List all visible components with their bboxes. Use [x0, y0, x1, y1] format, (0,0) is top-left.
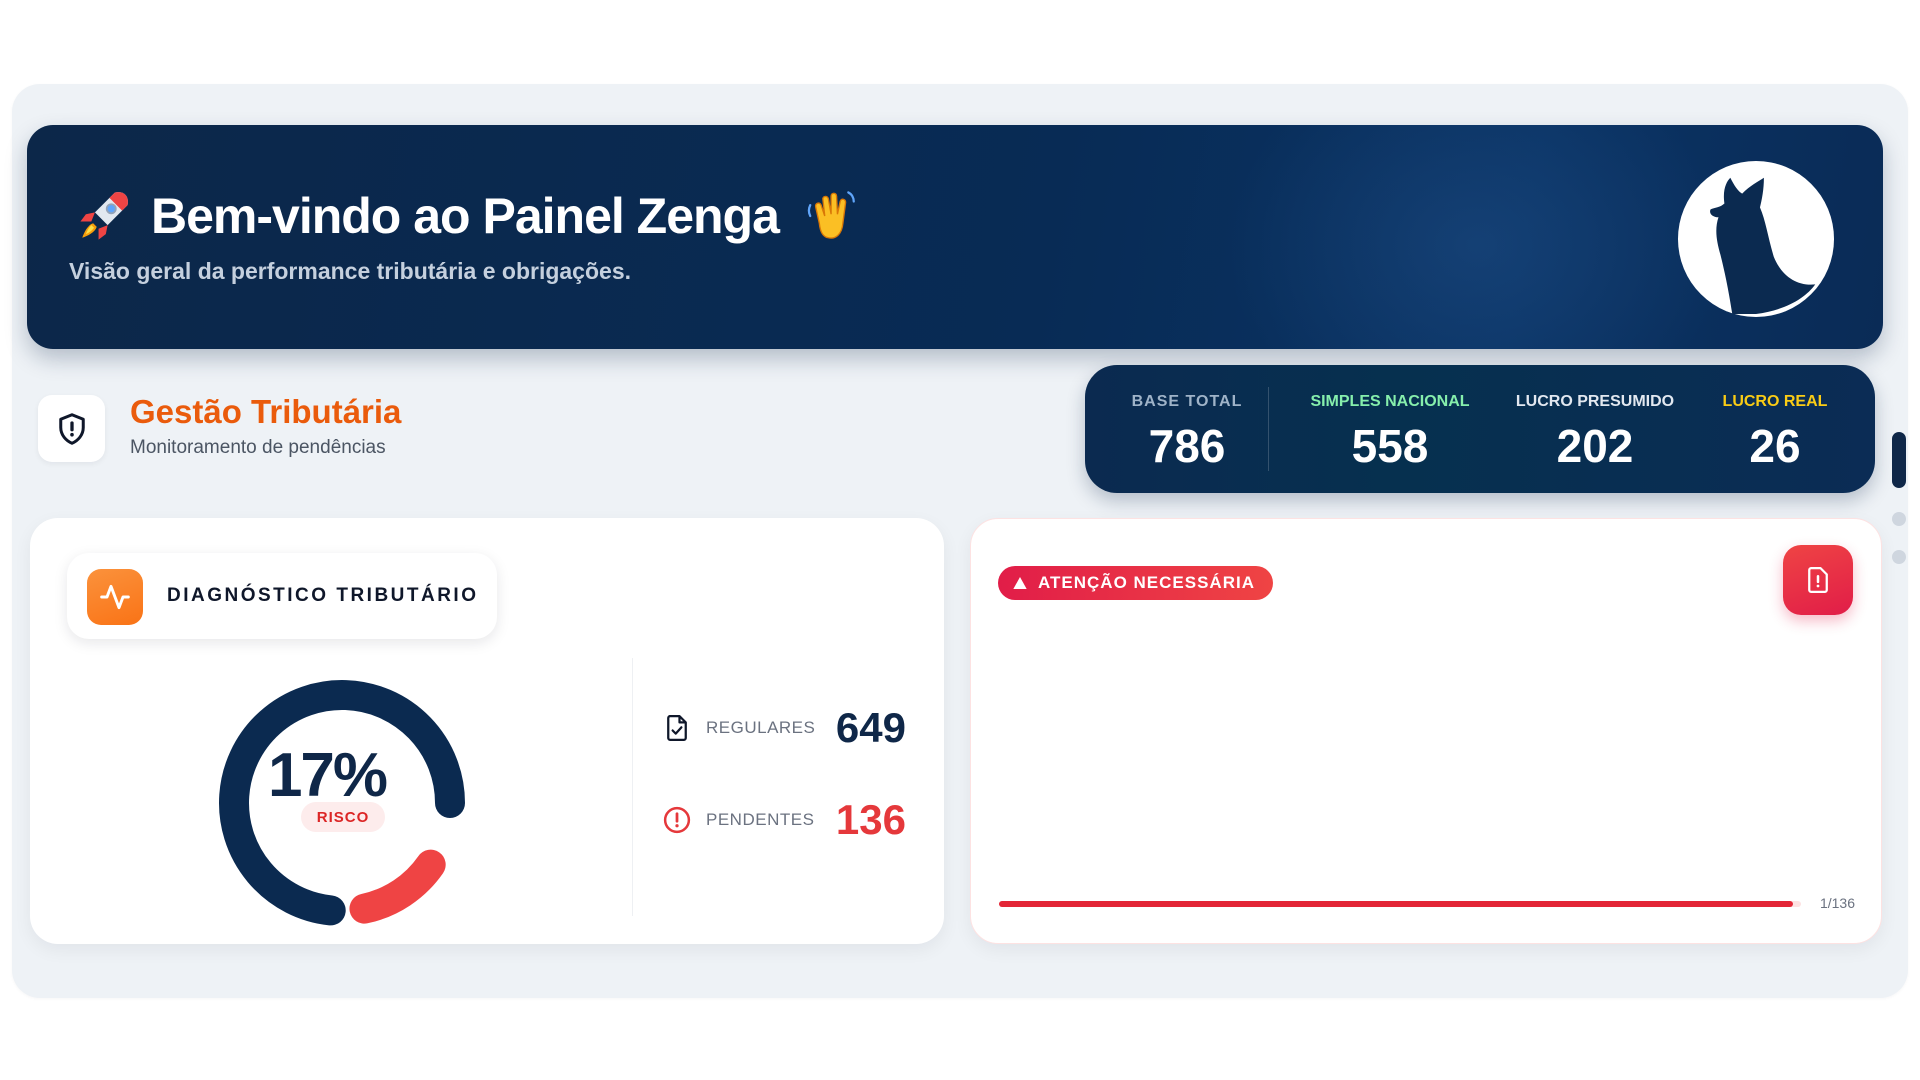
activity-icon	[100, 584, 130, 610]
waving-hand-icon	[807, 191, 855, 239]
carousel-dot-active[interactable]	[1892, 432, 1906, 488]
metric-regulares: REGULARES 649	[662, 704, 906, 752]
file-check-icon	[667, 715, 687, 741]
alert-card: ATENÇÃO NECESSÁRIA 1/136	[970, 518, 1882, 944]
banner-subtitle: Visão geral da performance tributária e …	[69, 258, 631, 284]
stat-divider	[1268, 387, 1269, 471]
shield-alert-icon	[58, 412, 85, 445]
stat-lucro-presumido: LUCRO PRESUMIDO 202	[1510, 393, 1680, 473]
alert-progress-fill	[999, 901, 1793, 907]
carousel-dot[interactable]	[1892, 512, 1906, 526]
metric-value: 649	[835, 704, 906, 751]
stat-value: 786	[1148, 420, 1226, 472]
attention-label: ATENÇÃO NECESSÁRIA	[1038, 573, 1255, 592]
metric-pendentes: PENDENTES 136	[662, 796, 906, 844]
section-shield-box	[38, 395, 105, 462]
stat-value: 26	[1749, 420, 1801, 472]
stat-base-total: BASE TOTAL 786	[1127, 393, 1247, 473]
metric-value: 136	[835, 796, 906, 843]
section-subtitle: Monitoramento de pendências	[130, 437, 386, 458]
banner-title: Bem-vindo ao Painel Zenga	[151, 188, 780, 244]
stat-lucro-real: LUCRO REAL 26	[1710, 393, 1840, 473]
banner-glow	[1227, 125, 1727, 349]
activity-icon-box	[87, 569, 143, 625]
gauge-risk-arc	[349, 849, 446, 924]
diagnostic-divider	[632, 658, 633, 916]
risk-percent: 17%	[267, 741, 388, 810]
section-title: Gestão Tributária	[130, 393, 402, 430]
alert-progress-label: 1/136	[1819, 895, 1855, 911]
carousel-dot[interactable]	[1892, 550, 1906, 564]
welcome-banner: Bem-vindo ao Painel Zenga Visão geral da…	[27, 125, 1883, 349]
alert-circle-icon	[663, 806, 691, 834]
metric-label: REGULARES	[706, 718, 816, 737]
diagnostic-label: DIAGNÓSTICO TRIBUTÁRIO	[167, 585, 479, 606]
risk-badge: RISCO	[301, 802, 385, 832]
alert-file-button[interactable]	[1783, 545, 1853, 615]
warning-triangle-icon	[1013, 577, 1027, 589]
alert-progress-track	[999, 901, 1801, 907]
rocket-icon	[80, 192, 128, 240]
stat-label: LUCRO PRESUMIDO	[1515, 393, 1675, 410]
stats-summary: BASE TOTAL 786 SIMPLES NACIONAL 558 LUCR…	[1085, 365, 1875, 493]
banner-title-row: Bem-vindo ao Painel Zenga	[75, 187, 861, 245]
cat-moon-logo	[1677, 160, 1835, 318]
stat-value: 202	[1556, 420, 1634, 472]
attention-badge: ATENÇÃO NECESSÁRIA	[998, 566, 1273, 600]
metric-label: PENDENTES	[706, 810, 815, 829]
stat-simples-nacional: SIMPLES NACIONAL 558	[1305, 393, 1475, 473]
diagnostic-card: DIAGNÓSTICO TRIBUTÁRIO 17% RISCO REGULAR…	[30, 518, 944, 944]
stat-label: BASE TOTAL	[1131, 393, 1243, 410]
stat-value: 558	[1351, 420, 1429, 472]
carousel-indicator	[1885, 420, 1911, 590]
stat-label: SIMPLES NACIONAL	[1310, 393, 1470, 410]
stat-label: LUCRO REAL	[1722, 393, 1828, 410]
diagnostic-header: DIAGNÓSTICO TRIBUTÁRIO	[67, 553, 497, 639]
file-alert-icon	[1808, 567, 1828, 593]
